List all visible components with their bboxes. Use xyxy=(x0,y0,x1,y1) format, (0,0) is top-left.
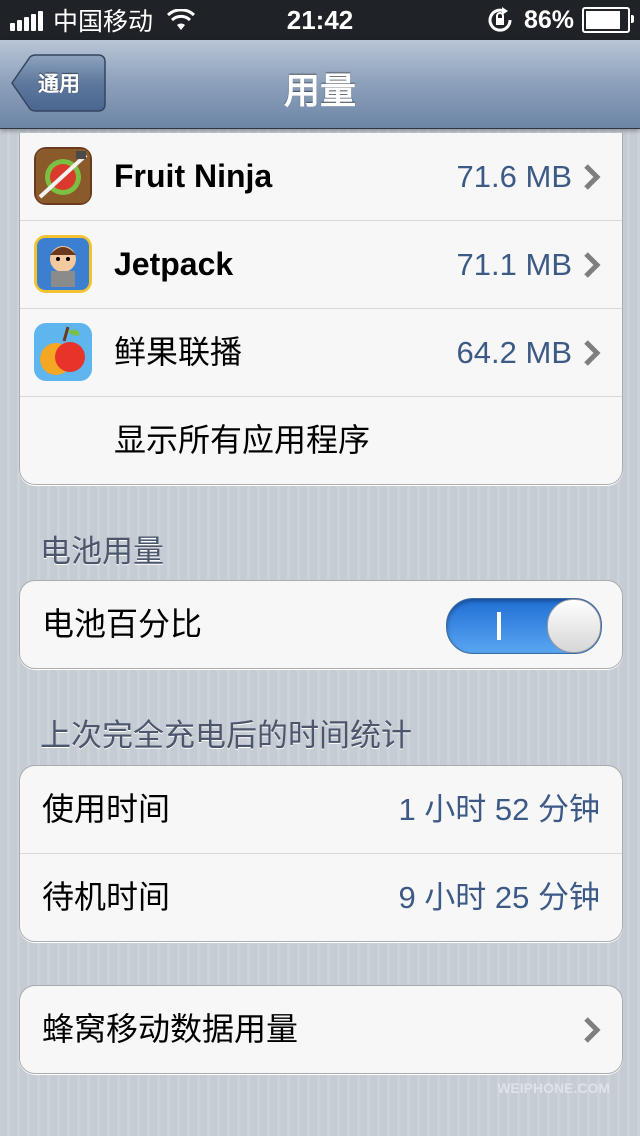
app-row-xianguo[interactable]: 鲜果联播 64.2 MB xyxy=(20,309,622,397)
app-size: 71.6 MB xyxy=(456,159,572,194)
chevron-right-icon xyxy=(584,1017,601,1043)
app-row-jetpack[interactable]: Jetpack 71.1 MB xyxy=(20,221,622,309)
toggle-on-mark xyxy=(497,612,501,640)
app-row-fruit-ninja[interactable]: Fruit Ninja 71.6 MB xyxy=(20,133,622,221)
usage-time-row: 使用时间 1 小时 52 分钟 xyxy=(20,766,622,854)
show-all-apps-label: 显示所有应用程序 xyxy=(114,422,371,458)
app-name: Jetpack xyxy=(114,246,234,282)
time-stats-group: 使用时间 1 小时 52 分钟 待机时间 9 小时 25 分钟 xyxy=(19,765,623,942)
show-all-apps-row[interactable]: 显示所有应用程序 xyxy=(20,397,622,484)
battery-icon xyxy=(582,7,634,33)
battery-percentage-label: 电池百分比 xyxy=(42,606,203,642)
battery-fill xyxy=(586,11,621,29)
standby-time-label: 待机时间 xyxy=(42,879,171,915)
battery-percentage-toggle[interactable] xyxy=(446,598,602,654)
xianguo-icon xyxy=(34,323,92,381)
battery-usage-header: 电池用量 xyxy=(40,534,164,569)
standby-time-value: 9 小时 25 分钟 xyxy=(398,880,600,915)
jetpack-icon xyxy=(34,235,92,293)
toggle-knob xyxy=(547,599,601,653)
chevron-right-icon xyxy=(584,252,601,278)
cellular-group: 蜂窝移动数据用量 xyxy=(19,985,623,1074)
navigation-bar: 通用 用量 xyxy=(0,40,640,129)
app-name: Fruit Ninja xyxy=(114,158,273,194)
app-size: 71.1 MB xyxy=(456,247,572,282)
page-title: 用量 xyxy=(283,70,356,111)
cellular-usage-label: 蜂窝移动数据用量 xyxy=(42,1011,299,1047)
app-size: 64.2 MB xyxy=(456,335,572,370)
battery-percentage-row: 电池百分比 xyxy=(20,581,622,668)
battery-percent: 86% xyxy=(523,5,574,34)
app-name: 鲜果联播 xyxy=(114,334,243,370)
cellular-usage-row[interactable]: 蜂窝移动数据用量 xyxy=(20,986,622,1073)
rotation-lock-icon xyxy=(488,7,512,32)
storage-list: Fruit Ninja 71.6 MB Jetpack 71.1 MB 鲜果联播… xyxy=(19,133,623,485)
usage-time-label: 使用时间 xyxy=(42,791,171,827)
watermark: WEIPHONE.COM xyxy=(497,1080,610,1096)
chevron-right-icon xyxy=(584,340,601,366)
usage-time-value: 1 小时 52 分钟 xyxy=(398,792,600,827)
fruit-ninja-icon xyxy=(34,147,92,205)
status-right: 86% xyxy=(486,5,634,35)
status-bar: 中国移动 21:42 86% xyxy=(0,0,640,40)
standby-time-row: 待机时间 9 小时 25 分钟 xyxy=(20,854,622,941)
battery-usage-group: 电池百分比 xyxy=(19,580,623,669)
chevron-right-icon xyxy=(584,164,601,190)
time-stats-header: 上次完全充电后的时间统计 xyxy=(40,718,412,753)
